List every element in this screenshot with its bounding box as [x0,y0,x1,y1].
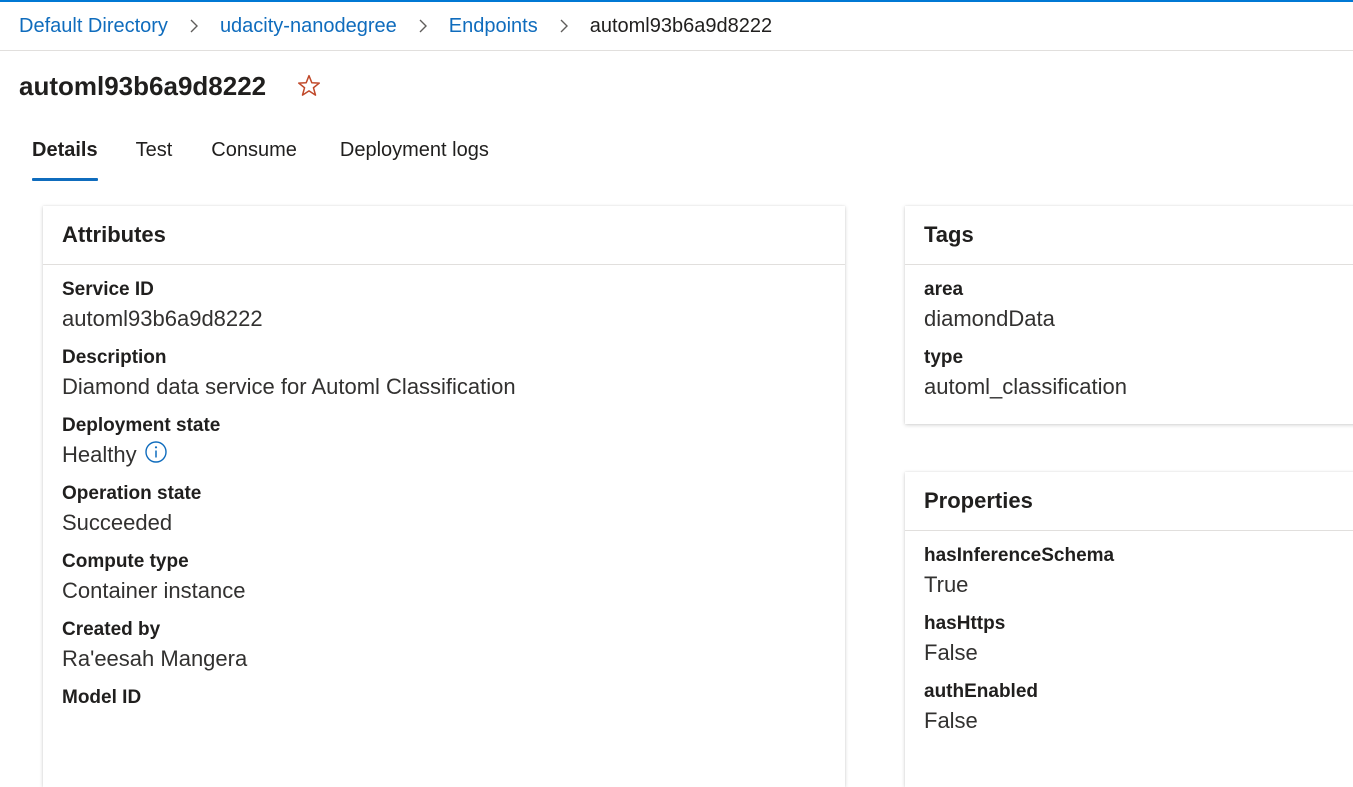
field-value-row: Healthy [62,439,826,471]
tag-type: type automl_classification [924,345,1346,403]
properties-card: Properties hasInferenceSchema True hasHt… [905,472,1353,787]
breadcrumb: Default Directory udacity-nanodegree End… [0,2,1353,51]
field-value: Ra'eesah Mangera [62,646,248,671]
breadcrumb-default-directory[interactable]: Default Directory [19,15,168,38]
field-compute-type: Compute type Container instance [62,549,826,607]
field-label: area [924,279,964,300]
field-value: Succeeded [62,510,173,535]
property-auth-enabled: authEnabled False [924,679,1346,737]
field-label: Operation state [62,483,202,504]
breadcrumb-workspace[interactable]: udacity-nanodegree [220,15,397,38]
star-outline-icon[interactable] [294,71,324,101]
tab-deployment-logs[interactable]: Deployment logs [340,132,489,180]
tab-details[interactable]: Details [32,132,98,181]
field-description: Description Diamond data service for Aut… [62,345,826,403]
attributes-card: Attributes Service ID automl93b6a9d8222 … [43,206,845,787]
field-label: Description [62,347,167,368]
field-label: authEnabled [924,681,1039,702]
field-value: diamondData [924,306,1055,331]
field-value: Container instance [62,578,246,603]
page-header: automl93b6a9d8222 [19,66,324,106]
tag-area: area diamondData [924,277,1346,335]
field-value: automl93b6a9d8222 [62,306,263,331]
property-has-https: hasHttps False [924,611,1346,669]
field-label: Model ID [62,687,142,708]
field-label: Created by [62,619,161,640]
field-value: False [924,708,978,733]
tags-card-title: Tags [905,206,1353,265]
properties-card-title: Properties [905,472,1353,531]
tab-list: Details Test Consume Deployment logs [32,132,527,182]
field-value [62,711,826,743]
tags-card: Tags area diamondData type automl_classi… [905,206,1353,424]
deployment-state-value: Healthy [62,442,137,467]
field-label: Service ID [62,279,154,300]
field-label: hasHttps [924,613,1006,634]
chevron-right-icon [397,19,449,33]
field-label: Compute type [62,551,189,572]
breadcrumb-endpoints[interactable]: Endpoints [449,15,538,38]
field-label: Deployment state [62,415,221,436]
tab-test[interactable]: Test [136,132,173,180]
chevron-right-icon [168,19,220,33]
page-title: automl93b6a9d8222 [19,70,267,101]
attributes-card-title: Attributes [43,206,845,265]
property-has-inference-schema: hasInferenceSchema True [924,543,1346,601]
field-operation-state: Operation state Succeeded [62,481,826,539]
field-label: type [924,347,964,368]
field-service-id: Service ID automl93b6a9d8222 [62,277,826,335]
field-label: hasInferenceSchema [924,545,1115,566]
field-value: Diamond data service for Automl Classifi… [62,374,516,399]
field-created-by: Created by Ra'eesah Mangera [62,617,826,675]
field-deployment-state: Deployment state Healthy [62,413,826,471]
tab-consume[interactable]: Consume [211,132,297,180]
info-circle-icon[interactable] [144,440,168,464]
field-value: True [924,572,969,597]
breadcrumb-current: automl93b6a9d8222 [589,14,773,37]
field-model-id: Model ID [62,685,826,743]
field-value: automl_classification [924,374,1127,399]
field-value: False [924,640,978,665]
chevron-right-icon [538,19,590,33]
